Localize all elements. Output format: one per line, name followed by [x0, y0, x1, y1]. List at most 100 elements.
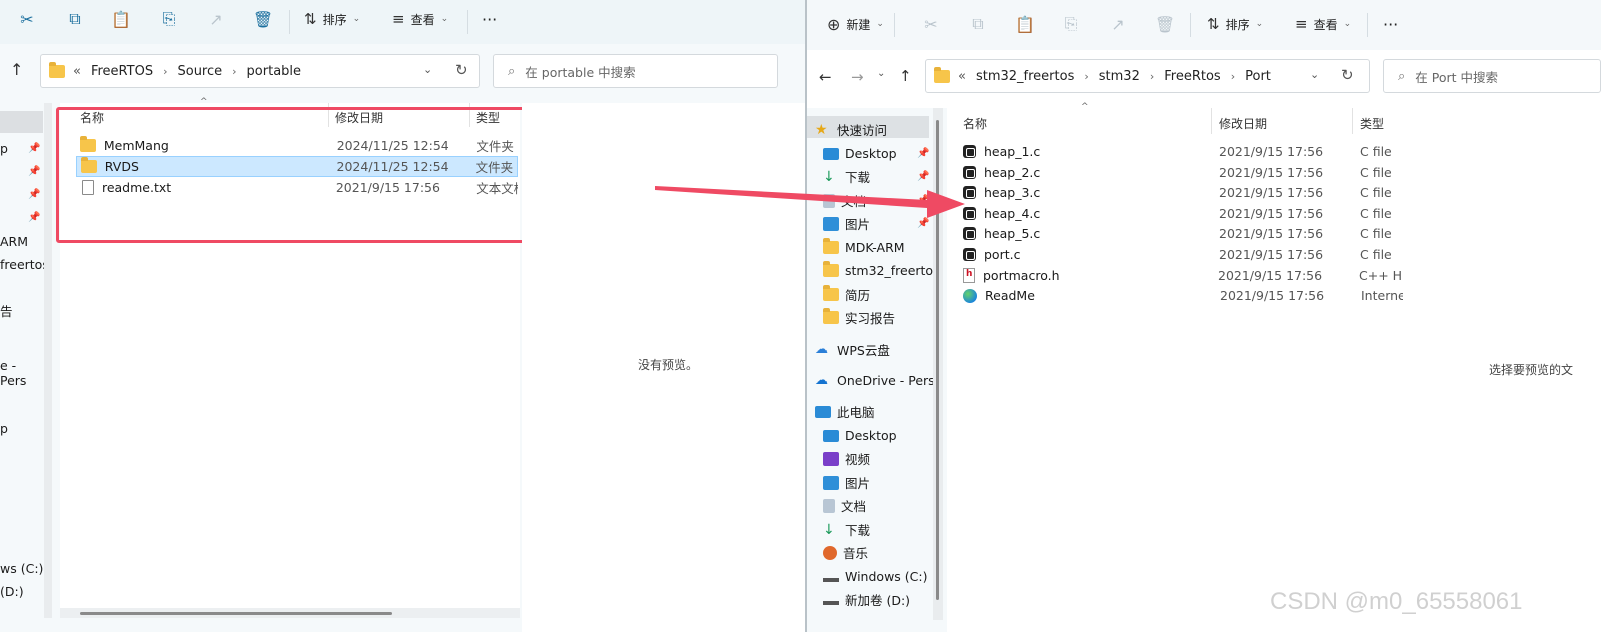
folder-icon — [823, 237, 845, 255]
sidebar-item[interactable]: 实习报告 — [823, 306, 895, 329]
left-address-bar[interactable]: « FreeRTOS › Source › portable ⌄ ↻ — [40, 54, 480, 88]
chevron-right-icon: › — [163, 64, 168, 78]
left-search-box[interactable]: ⌕ 在 portable 中搜索 — [493, 54, 778, 88]
left-search-input[interactable]: 在 portable 中搜索 — [525, 62, 635, 81]
header-file-icon — [963, 267, 975, 283]
sidebar-item-label: 快速访问 — [837, 123, 888, 138]
sidebar-item[interactable]: ★ 快速访问 — [815, 118, 887, 141]
recent-dropdown-icon[interactable]: ⌄ — [877, 68, 885, 79]
refresh-icon[interactable]: ↻ — [455, 61, 468, 79]
pin-icon: 📌 — [28, 212, 41, 223]
sidebar-item-label: WPS云盘 — [837, 343, 890, 358]
chevron-right-icon: › — [232, 64, 237, 78]
cut-icon[interactable]: ✂ — [16, 8, 38, 30]
sidebar-item[interactable]: 音乐 — [823, 541, 868, 564]
table-row[interactable]: heap_3.c 2021/9/15 17:56 C file — [963, 182, 1403, 203]
sidebar-item[interactable]: 文档 — [823, 494, 866, 517]
sidebar-item[interactable]: Desktop — [823, 142, 897, 165]
table-row[interactable]: heap_2.c 2021/9/15 17:56 C file — [963, 162, 1403, 183]
document-icon — [823, 498, 841, 513]
nav-item[interactable]: ARM — [0, 230, 28, 253]
paste-icon[interactable]: 📋 — [1014, 13, 1036, 35]
column-header-name[interactable]: 名称 — [963, 115, 987, 132]
sidebar-item[interactable]: 简历 — [823, 283, 870, 306]
table-row[interactable]: portmacro.h2021/9/15 17:56C++ He — [963, 265, 1403, 286]
table-row[interactable]: heap_1.c 2021/9/15 17:56 C file — [963, 141, 1403, 162]
sidebar-item-label: stm32_freertos — [845, 263, 933, 278]
nav-item[interactable]: ws (C:) — [0, 557, 43, 580]
horizontal-scrollbar[interactable] — [60, 608, 520, 618]
nav-item[interactable]: p — [0, 137, 8, 160]
breadcrumb-port[interactable]: Port — [1245, 69, 1271, 84]
breadcrumb-freertos[interactable]: FreeRTOS — [91, 64, 153, 79]
pin-icon: 📌 — [28, 166, 41, 177]
cut-icon[interactable]: ✂ — [920, 13, 942, 35]
table-row[interactable]: heap_5.c 2021/9/15 17:56 C file — [963, 223, 1403, 244]
delete-icon[interactable]: 🗑 — [1154, 13, 1176, 35]
column-header-modified[interactable]: 修改日期 — [1219, 115, 1267, 132]
rename-icon[interactable]: ⎘ — [158, 8, 180, 30]
table-row[interactable]: heap_4.c 2021/9/15 17:56 C file — [963, 203, 1403, 224]
view-button[interactable]: ≡ 查看 ⌄ — [1295, 12, 1351, 36]
pictures-icon — [823, 475, 845, 490]
breadcrumb-stm32-freertos[interactable]: stm32_freertos — [976, 69, 1074, 84]
right-address-bar[interactable]: « stm32_freertos › stm32 › FreeRtos › Po… — [925, 59, 1370, 93]
sidebar-item[interactable]: 新加卷 (D:) — [823, 588, 910, 611]
nav-item[interactable]: 告 — [0, 299, 13, 322]
sidebar-item[interactable]: ☁ WPS云盘 — [815, 338, 890, 361]
sidebar-item[interactable]: 此电脑 — [815, 400, 875, 423]
sidebar-item-label: OneDrive - Pers — [837, 373, 933, 388]
delete-icon[interactable]: 🗑 — [252, 8, 274, 30]
paste-icon[interactable]: 📋 — [110, 8, 132, 30]
copy-icon[interactable]: ⧉ — [967, 13, 989, 35]
breadcrumb-freertos[interactable]: FreeRtos — [1164, 69, 1220, 84]
web-file-icon — [963, 288, 977, 303]
copy-icon[interactable]: ⧉ — [64, 8, 86, 30]
chevron-down-icon[interactable]: ⌄ — [1310, 68, 1319, 81]
sidebar-item[interactable]: Windows (C:) — [823, 565, 927, 588]
up-arrow-icon[interactable]: ↑ — [10, 60, 23, 79]
more-options-button[interactable]: ··· — [1383, 12, 1398, 36]
new-button[interactable]: ⊕ 新建 ⌄ — [827, 12, 884, 36]
sidebar-item-label: 实习报告 — [845, 311, 896, 326]
nav-item[interactable]: e - Pers — [0, 358, 45, 388]
refresh-icon[interactable]: ↻ — [1341, 66, 1354, 84]
search-icon: ⌕ — [508, 63, 516, 79]
folder-icon — [934, 66, 950, 83]
share-icon[interactable]: ↗ — [1107, 13, 1129, 35]
table-row[interactable]: ReadMe2021/9/15 17:56Internet — [963, 285, 1403, 306]
column-header-type[interactable]: 类型 — [1360, 115, 1384, 132]
nav-item[interactable]: p — [0, 417, 8, 440]
sidebar-item[interactable]: Desktop — [823, 424, 897, 447]
breadcrumb-source[interactable]: Source — [177, 64, 222, 79]
right-search-input[interactable]: 在 Port 中搜索 — [1415, 67, 1498, 86]
sidebar-item[interactable]: 视频 — [823, 447, 870, 470]
nav-item[interactable]: (D:) — [0, 580, 24, 603]
breadcrumb-stm32[interactable]: stm32 — [1099, 69, 1140, 84]
sidebar-item[interactable]: stm32_freertos — [823, 259, 933, 282]
sidebar-item-label: Desktop — [845, 146, 897, 161]
view-button[interactable]: ≡ 查看 ⌄ — [392, 7, 448, 31]
forward-arrow-icon[interactable]: → — [851, 68, 864, 86]
sort-button[interactable]: ⇅ 排序 ⌄ — [1207, 12, 1263, 36]
rename-icon[interactable]: ⎘ — [1060, 13, 1082, 35]
up-arrow-icon[interactable]: ↑ — [899, 67, 912, 85]
sort-icon: ⇅ — [1207, 15, 1220, 33]
right-explorer-window: ⊕ 新建 ⌄ ✂ ⧉ 📋 ⎘ ↗ 🗑 ⇅ 排序 ⌄ ≡ 查看 ⌄ ··· ← →… — [807, 0, 1601, 632]
back-arrow-icon[interactable]: ← — [819, 68, 832, 86]
share-icon[interactable]: ↗ — [205, 8, 227, 30]
sidebar-item[interactable]: MDK-ARM — [823, 236, 905, 259]
right-search-box[interactable]: ⌕ 在 Port 中搜索 — [1383, 59, 1601, 93]
chevron-down-icon[interactable]: ⌄ — [423, 63, 432, 76]
desktop-icon — [823, 429, 845, 442]
sidebar-item[interactable]: ↓ 下载 — [823, 518, 870, 541]
table-row[interactable]: port.c 2021/9/15 17:56 C file — [963, 244, 1403, 265]
more-options-button[interactable]: ··· — [482, 7, 497, 31]
breadcrumb-portable[interactable]: portable — [247, 64, 301, 79]
sidebar-item[interactable]: ☁ OneDrive - Pers — [815, 369, 933, 392]
sidebar-item[interactable]: 图片 — [823, 471, 870, 494]
nav-scrollbar[interactable] — [44, 103, 52, 618]
right-preview-pane: 选择要预览的文 — [1405, 108, 1601, 632]
sort-button[interactable]: ⇅ 排序 ⌄ — [304, 7, 360, 31]
nav-item[interactable]: freertos — [0, 253, 49, 276]
